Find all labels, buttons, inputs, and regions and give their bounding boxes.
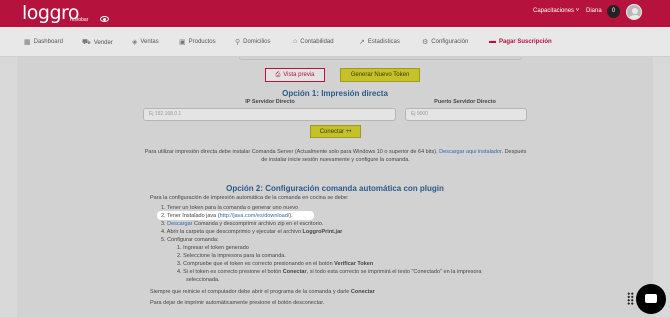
- option1-note: Para utilizar impresión directa debe ins…: [143, 148, 528, 164]
- nav-label: Ventas: [140, 39, 159, 45]
- nav-item-configuracion[interactable]: ⚙ Configuración: [422, 38, 468, 46]
- step2-text-end: ).: [289, 213, 293, 219]
- nav-item-productos[interactable]: ▣ Productos: [179, 38, 216, 46]
- nav-item-pagar-suscripcion[interactable]: ▬ Pagar Suscripción: [489, 38, 552, 45]
- avatar[interactable]: [626, 4, 642, 20]
- capacitaciones-label: Capacitaciones: [533, 8, 575, 14]
- sub4-bold: Conectar: [282, 269, 307, 275]
- sub-list-item: 3. Compruebe que el token es correcto pr…: [177, 261, 373, 267]
- generate-token-button[interactable]: Generar Nuevo Token: [340, 68, 420, 82]
- print-icon: ⎙: [275, 71, 281, 78]
- eye-icon[interactable]: [100, 16, 109, 22]
- sub-list-item: 4. Si el token es correcto presione el b…: [177, 269, 481, 275]
- download-comanda-link[interactable]: Descargar: [167, 221, 192, 227]
- step4-file: LoggroPrint.jar: [302, 229, 343, 235]
- sub-list-item: 2. Seleccione la impresora para la coman…: [177, 253, 286, 259]
- sub4-text: 4. Si el token es correcto presione el b…: [177, 269, 282, 275]
- preview-label: Vista previa: [283, 72, 315, 78]
- restart-note: Siempre que reinicie el computador debe …: [150, 289, 375, 295]
- user-name[interactable]: Diana: [586, 8, 602, 14]
- capacitaciones-menu[interactable]: Capacitaciones ˅: [533, 8, 579, 14]
- nav-label: Configuración: [431, 39, 469, 45]
- nav-item-ventas[interactable]: ◈ Ventas: [132, 38, 159, 46]
- note-text: Para utilizar impresión directa debe ins…: [144, 149, 438, 155]
- nav-item-contabilidad[interactable]: ⌂ Contabilidad: [293, 38, 334, 45]
- sub3-text: 3. Compruebe que el token es correcto pr…: [177, 261, 333, 267]
- option2-intro: Para la configuración de impresión autom…: [150, 195, 349, 201]
- list-item: 4. Abrir la carpeta que descomprimio y e…: [161, 229, 342, 235]
- nav-label: Estadisticas: [367, 39, 400, 45]
- list-item: 3. Descargar Comanda y descomprimir arch…: [161, 221, 323, 227]
- main-nav: ▦ Dashboard ⛟ Vender ◈ Ventas ▣ Productos ⚲ D…: [0, 27, 670, 57]
- step3-text: Comanda y descomprimir archivo zip en el…: [194, 221, 324, 227]
- cart-count-badge[interactable]: 0: [607, 5, 620, 18]
- nav-label: Pagar Suscripción: [499, 38, 552, 45]
- nav-label: Vender: [93, 39, 113, 46]
- nav-item-vender[interactable]: ⛟ Vender: [82, 38, 113, 47]
- sub3-bold: Verificar Token: [334, 261, 374, 267]
- nav-label: Domicilios: [243, 39, 271, 45]
- list-item: 5. Configurar comanda:: [161, 237, 219, 243]
- sub-list-item-cont: seleccionada.: [186, 277, 220, 283]
- port-input[interactable]: Ej 9000: [405, 108, 527, 121]
- step4-text: 4. Abrir la carpeta que descomprimio y e…: [161, 229, 302, 235]
- list-item: 2. Tener Instalado java (http://java.com…: [161, 213, 293, 219]
- java-download-link[interactable]: http://java.com/es/download/: [220, 213, 290, 219]
- logo-subtitle: restobar: [70, 17, 89, 23]
- gear-icon: ⚙: [422, 39, 429, 46]
- nav-label: Productos: [188, 39, 216, 45]
- nav-label: Contabilidad: [300, 38, 334, 45]
- restart-text: Siempre que reinicie el computador debe …: [150, 289, 350, 295]
- grid-icon: ▦: [24, 39, 31, 46]
- step2-text: 2. Tener Instalado java (: [161, 213, 220, 219]
- tag-icon: ◈: [132, 39, 138, 46]
- restart-bold: Conectar: [350, 289, 375, 295]
- grip-icon[interactable]: [627, 292, 634, 305]
- nav-label: Dashboard: [33, 39, 63, 45]
- chevron-down-icon: ˅: [574, 8, 580, 14]
- preview-button[interactable]: ⎙ Vista previa: [265, 68, 325, 82]
- connect-button[interactable]: Conectar +•: [310, 125, 361, 138]
- chat-button[interactable]: [636, 284, 666, 314]
- ip-input[interactable]: Ej 192.168.0.1: [143, 108, 396, 121]
- bank-icon: ⌂: [293, 38, 298, 45]
- option2-title: Opción 2: Configuración comanda automáti…: [226, 184, 444, 193]
- option1-title: Opción 1: Impresión directa: [282, 89, 388, 98]
- port-label: Puerto Servidor Directo: [434, 99, 496, 105]
- nav-item-estadisticas[interactable]: ↗ Estadisticas: [359, 38, 400, 46]
- card-icon: ▬: [489, 38, 496, 45]
- download-installer-link[interactable]: Descargar aqui instalador.: [439, 149, 503, 155]
- list-item: 1. Tener un token para la comanda o gene…: [161, 205, 299, 211]
- bike-icon: ⚲: [235, 39, 241, 46]
- sub-list-item: 1. Ingresar el token generado: [177, 245, 249, 251]
- panel-divider: [239, 57, 522, 60]
- stop-note: Para dejar de imprimir automáticamente p…: [150, 300, 325, 306]
- ip-label: IP Servidor Directo: [245, 99, 295, 105]
- box-icon: ▣: [179, 39, 186, 46]
- cart-icon: ⛟: [82, 39, 91, 46]
- sub4-text-2: , si todo esta correcto se imprimirá el …: [306, 269, 482, 275]
- nav-item-domicilios[interactable]: ⚲ Domicilios: [235, 38, 270, 46]
- top-bar: loggro restobar Capacitaciones ˅ Diana 0: [0, 0, 670, 27]
- trend-icon: ↗: [359, 39, 365, 46]
- nav-item-dashboard[interactable]: ▦ Dashboard: [24, 38, 63, 46]
